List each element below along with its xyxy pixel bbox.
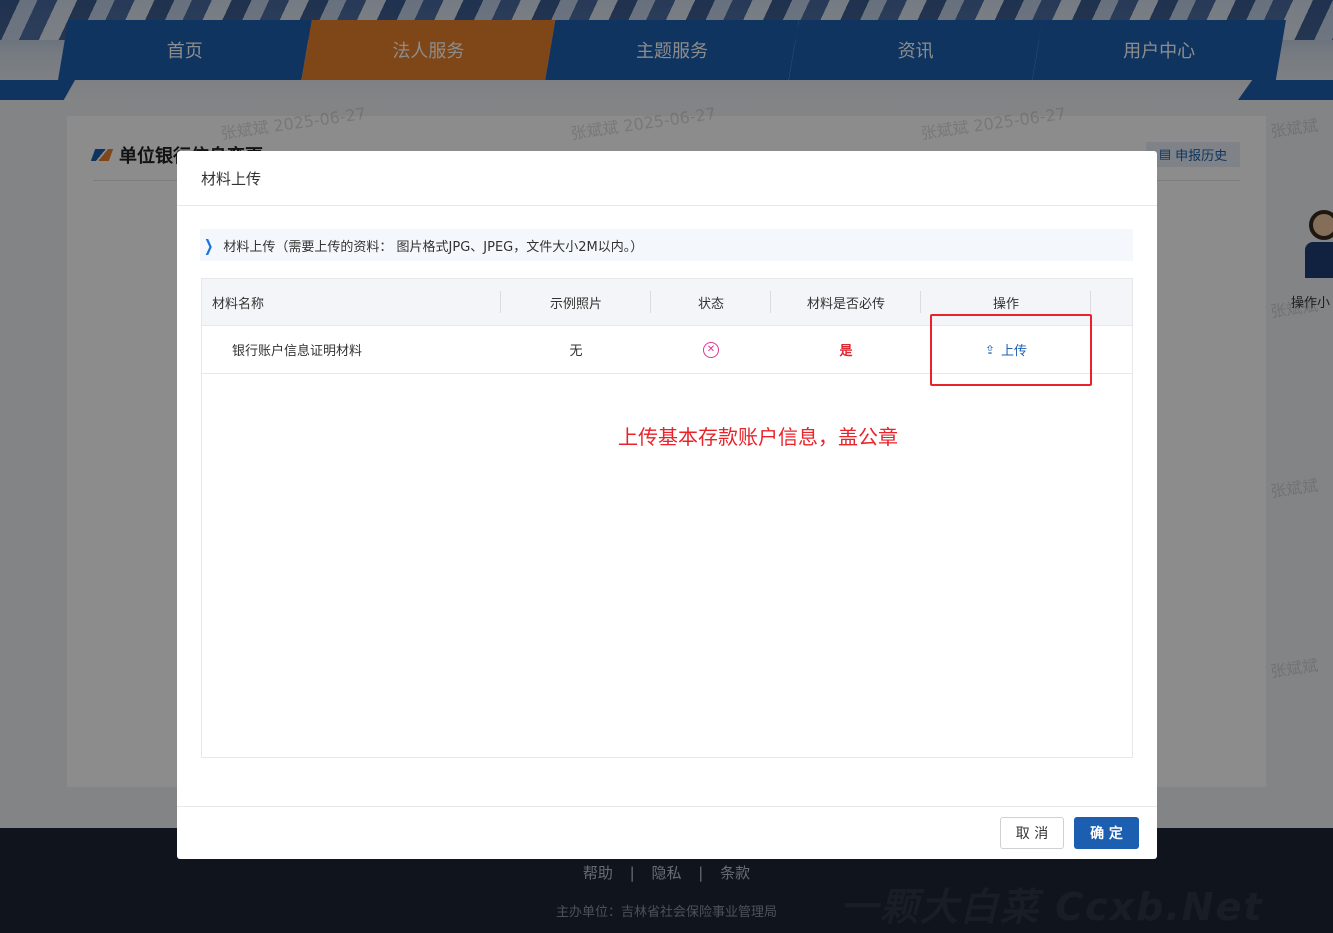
- required-value: 是: [839, 344, 853, 359]
- column-header-spacer: [1091, 279, 1132, 325]
- modal-footer: 取 消 确 定: [177, 806, 1157, 859]
- confirm-button[interactable]: 确 定: [1074, 817, 1139, 849]
- sample-photo: 无: [569, 344, 583, 359]
- notice-text: 材料上传（需要上传的资料： 图片格式JPG、JPEG，文件大小2M以内。）: [223, 239, 644, 255]
- modal-header: 材料上传: [177, 151, 1157, 206]
- material-name: 银行账户信息证明材料: [232, 344, 363, 359]
- chevron-right-icon: ❯: [204, 235, 214, 255]
- column-header-required: 材料是否必传: [771, 279, 921, 325]
- modal-title: 材料上传: [201, 169, 262, 188]
- status-cell: ✕: [651, 326, 771, 373]
- upload-modal: 材料上传 ❯ 材料上传（需要上传的资料： 图片格式JPG、JPEG，文件大小2M…: [177, 151, 1157, 859]
- annotation-text: 上传基本存款账户信息，盖公章: [618, 425, 898, 449]
- cancel-button[interactable]: 取 消: [1000, 817, 1064, 849]
- circle-x-icon: ✕: [703, 341, 719, 358]
- highlight-box: [930, 314, 1092, 386]
- row-spacer: [1091, 326, 1132, 373]
- required-flag: 是: [771, 326, 921, 373]
- column-header-name: 材料名称: [202, 279, 501, 325]
- upload-notice: ❯ 材料上传（需要上传的资料： 图片格式JPG、JPEG，文件大小2M以内。）: [200, 229, 1133, 261]
- column-header-status: 状态: [651, 279, 771, 325]
- column-header-sample: 示例照片: [501, 279, 651, 325]
